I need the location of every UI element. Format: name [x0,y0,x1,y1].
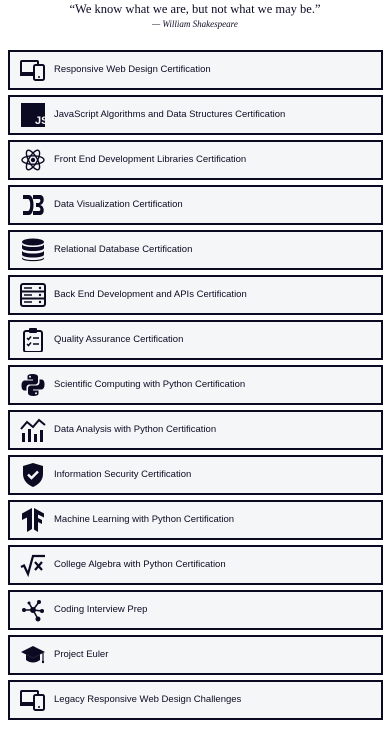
tensorflow-icon [20,508,46,532]
shield-check-icon [20,463,46,487]
javascript-icon: JS [20,103,46,127]
cert-label: Data Analysis with Python Certification [54,424,217,435]
cert-label: Coding Interview Prep [54,604,148,615]
cert-information-security-button[interactable]: Information Security Certification [8,455,383,495]
responsive-web-design-icon [20,688,46,712]
database-icon [20,238,46,262]
python-icon [20,373,46,397]
clipboard-checklist-icon [20,328,46,352]
cert-scientific-computing-python-button[interactable]: Scientific Computing with Python Certifi… [8,365,383,405]
react-icon [20,148,46,172]
cert-label: Project Euler [54,649,109,660]
server-icon [20,283,46,307]
quote-block: “We know what we are, but not what we ma… [0,0,390,32]
cert-machine-learning-python-button[interactable]: Machine Learning with Python Certificati… [8,500,383,540]
cert-label: Data Visualization Certification [54,199,183,210]
cert-label: Legacy Responsive Web Design Challenges [54,694,242,705]
cert-label: Front End Development Libraries Certific… [54,154,247,165]
cert-label: Responsive Web Design Certification [54,64,211,75]
cert-project-euler-button[interactable]: Project Euler [8,635,383,675]
cert-label: Back End Development and APIs Certificat… [54,289,247,300]
svg-text:JS: JS [35,115,46,127]
cert-relational-database-button[interactable]: Relational Database Certification [8,230,383,270]
d3-icon [20,193,46,217]
cert-label: Scientific Computing with Python Certifi… [54,379,246,390]
graph-nodes-icon [20,598,46,622]
cert-front-end-libraries-button[interactable]: Front End Development Libraries Certific… [8,140,383,180]
cert-legacy-responsive-web-design-button[interactable]: Legacy Responsive Web Design Challenges [8,680,383,720]
cert-back-end-apis-button[interactable]: Back End Development and APIs Certificat… [8,275,383,315]
cert-quality-assurance-button[interactable]: Quality Assurance Certification [8,320,383,360]
graduation-cap-icon [20,643,46,667]
cert-college-algebra-python-button[interactable]: College Algebra with Python Certificatio… [8,545,383,585]
responsive-web-design-icon [20,58,46,82]
cert-coding-interview-prep-button[interactable]: Coding Interview Prep [8,590,383,630]
cert-label: Quality Assurance Certification [54,334,184,345]
quote-author: — William Shakespeare [152,19,238,29]
cert-label: Machine Learning with Python Certificati… [54,514,235,525]
quote-text: “We know what we are, but not what we ma… [69,2,321,16]
cert-javascript-button[interactable]: JS JavaScript Algorithms and Data Struct… [8,95,383,135]
cert-label: Relational Database Certification [54,244,193,255]
cert-data-visualization-button[interactable]: Data Visualization Certification [8,185,383,225]
cert-label: Information Security Certification [54,469,192,480]
chart-icon [20,418,46,442]
square-root-icon [20,553,46,577]
cert-data-analysis-python-button[interactable]: Data Analysis with Python Certification [8,410,383,450]
cert-responsive-web-design-button[interactable]: Responsive Web Design Certification [8,50,383,90]
cert-label: JavaScript Algorithms and Data Structure… [54,109,286,120]
cert-label: College Algebra with Python Certificatio… [54,559,226,570]
